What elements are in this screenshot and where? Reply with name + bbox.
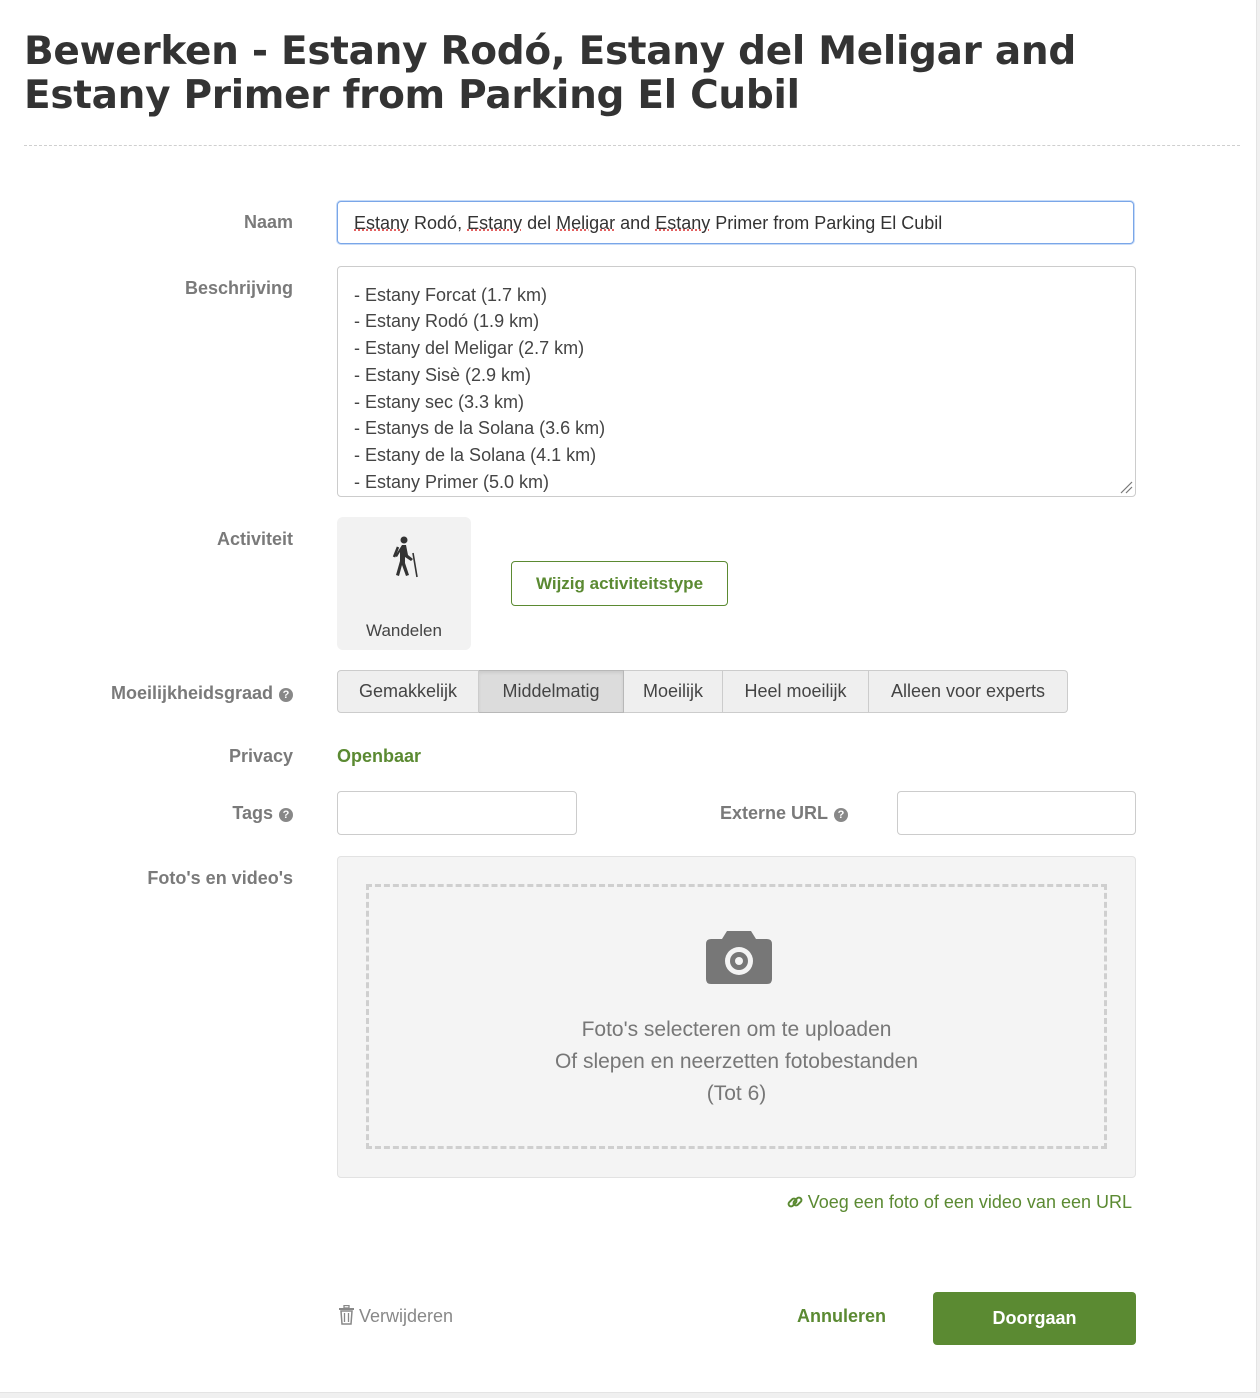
description-line: - Estany del Meligar (2.7 km) (354, 338, 585, 359)
page-title: Bewerken - Estany Rodó, Estany del Melig… (24, 29, 1076, 118)
difficulty-option-moderate[interactable]: Middelmatig (479, 670, 624, 713)
difficulty-label: Moeilijkheidsgraad? (111, 683, 293, 704)
name-part: Meligar (556, 213, 616, 233)
description-partial-line (354, 267, 605, 282)
privacy-label: Privacy (228, 746, 293, 766)
external-url-input[interactable] (897, 791, 1136, 835)
media-dropzone[interactable]: Foto's selecteren om te uploaden Of slep… (366, 884, 1107, 1149)
help-icon[interactable]: ? (834, 808, 848, 822)
upload-select-text: Foto's selecteren om te uploaden (581, 1018, 892, 1041)
tags-label: Tags? (232, 803, 293, 824)
link-icon (787, 1196, 803, 1208)
title-divider (24, 145, 1240, 146)
description-line: - Estany Primer (5.0 km) (354, 471, 550, 492)
hiker-icon (392, 536, 418, 578)
trash-icon (339, 1304, 354, 1325)
description-line: - Estany Forcat (1.7 km) (354, 284, 548, 305)
external-url-label: Externe URL? (720, 803, 848, 824)
media-label: Foto's en video's (147, 868, 293, 888)
name-label: Naam (243, 212, 293, 232)
upload-drag-text: Of slepen en neerzetten fotobestanden (554, 1050, 919, 1073)
difficulty-label-text: Moeilijkheidsgraad (110, 683, 273, 703)
description-line: - Estany sec (3.3 km) (354, 391, 525, 412)
name-part: Rodó, (409, 213, 468, 233)
difficulty-option-experts[interactable]: Alleen voor experts (869, 670, 1068, 713)
description-textarea[interactable]: - Estany Forcat (1.7 km) - Estany Rodó (… (337, 266, 1136, 497)
add-media-url-text: Voeg een foto of een video van een URL (807, 1192, 1132, 1212)
help-icon[interactable]: ? (279, 688, 293, 702)
name-part: del (522, 213, 557, 233)
description-label: Beschrijving (184, 278, 293, 298)
resize-grip-icon[interactable] (1119, 480, 1133, 494)
cancel-button[interactable]: Annuleren (797, 1306, 886, 1327)
difficulty-option-easy[interactable]: Gemakkelijk (337, 670, 479, 713)
edit-form-card: Bewerken - Estany Rodó, Estany del Melig… (0, 0, 1257, 1393)
camera-icon (706, 931, 772, 984)
difficulty-selector: Gemakkelijk Middelmatig Moeilijk Heel mo… (337, 670, 1068, 713)
privacy-value-link[interactable]: Openbaar (337, 746, 421, 767)
difficulty-option-very-hard[interactable]: Heel moeilijk (723, 670, 869, 713)
description-line: - Estany de la Solana (4.1 km) (354, 444, 597, 465)
media-upload-area[interactable]: Foto's selecteren om te uploaden Of slep… (337, 856, 1136, 1178)
tags-label-text: Tags (232, 803, 273, 823)
help-icon[interactable]: ? (279, 808, 293, 822)
name-part: Estany (467, 213, 523, 233)
description-line: - Estany Rodó (1.9 km) (354, 311, 540, 332)
add-media-url-link[interactable]: Voeg een foto of een video van een URL (786, 1192, 1132, 1213)
name-part: Estany (354, 213, 410, 233)
change-activity-button[interactable]: Wijzig activiteitstype (511, 561, 728, 606)
name-part: Estany (655, 213, 711, 233)
upload-limit-text: (Tot 6) (706, 1082, 767, 1105)
activity-tile-label: Wandelen (366, 621, 442, 640)
external-url-label-text: Externe URL (719, 803, 828, 823)
delete-button[interactable]: Verwijderen (338, 1304, 454, 1327)
name-part: and (615, 213, 656, 233)
activity-label: Activiteit (216, 529, 293, 549)
difficulty-option-hard[interactable]: Moeilijk (624, 670, 723, 713)
delete-label: Verwijderen (359, 1306, 454, 1326)
tags-input[interactable] (337, 791, 577, 835)
description-line: - Estanys de la Solana (3.6 km) (354, 418, 606, 439)
activity-tile[interactable]: Wandelen (337, 517, 471, 650)
name-part: Primer from Parking El Cubil (710, 213, 943, 233)
continue-button[interactable]: Doorgaan (933, 1292, 1136, 1345)
description-line: - Estany Sisè (2.9 km) (354, 364, 532, 385)
name-input[interactable]: Estany Rodó, Estany del Meligar and Esta… (337, 201, 1134, 244)
